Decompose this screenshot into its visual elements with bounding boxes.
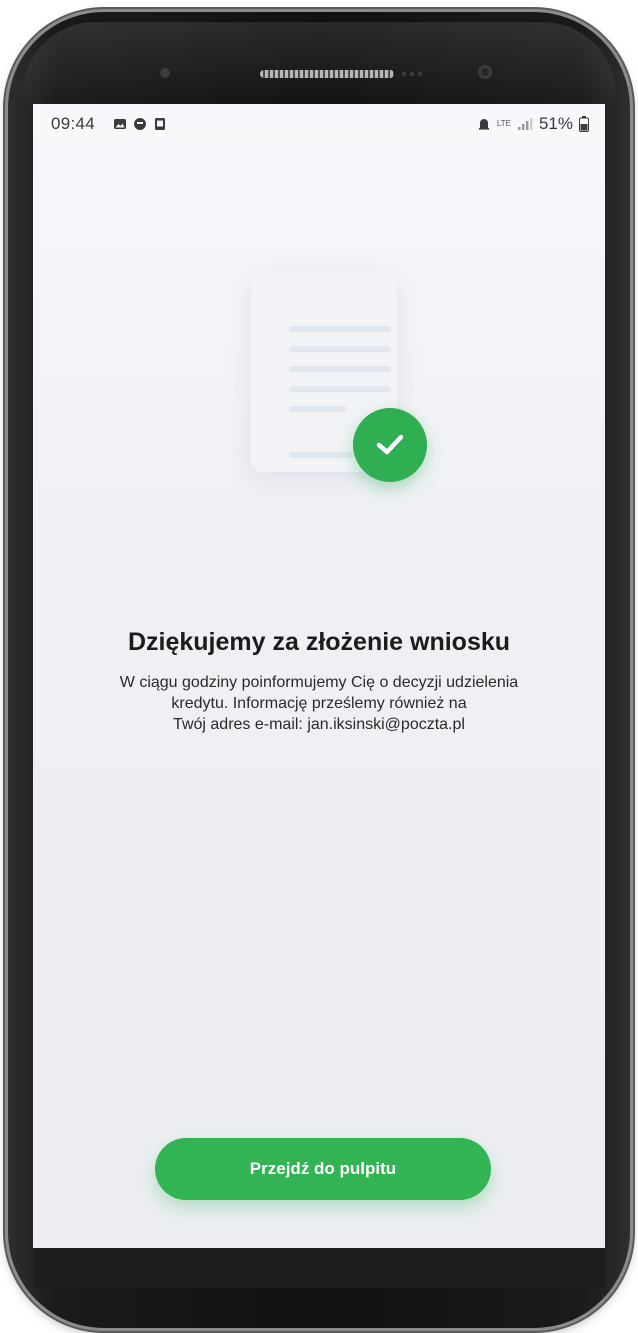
message-line: kredytu. Informację prześlemy również na: [171, 695, 467, 712]
battery-icon: [579, 116, 589, 132]
alarm-icon: [478, 119, 489, 130]
sensor-dots: [400, 71, 424, 77]
message-line: Twój adres e-mail: jan.iksinski@poczta.p…: [173, 716, 465, 733]
signal-icon: [517, 118, 533, 130]
confirmation-message: W ciągu godziny poinformujemy Cię o decy…: [53, 672, 585, 735]
phone-bottom-bezel: [33, 1248, 605, 1288]
go-to-dashboard-button[interactable]: Przejdź do pulpitu: [155, 1138, 491, 1200]
front-camera: [478, 65, 492, 79]
message-line: W ciągu godziny poinformujemy Cię o decy…: [119, 674, 519, 691]
phone-shine: [22, 22, 616, 112]
gallery-notification-icon: [114, 119, 126, 129]
notification-icons: [113, 117, 167, 131]
confirmation-title: Dziękujemy za złożenie wniosku: [127, 628, 511, 656]
document-check-illustration: [235, 272, 431, 512]
proximity-sensor: [160, 68, 170, 78]
status-time: 09:44: [51, 114, 96, 133]
checkmark-icon: [353, 408, 427, 482]
battery-percent: 51%: [538, 114, 573, 133]
app-screen: 09:44 LTE 51% Dziękujemy za złożenie wni…: [33, 104, 605, 1248]
app-notification-icon: [134, 118, 146, 130]
status-bar: 09:44 LTE 51%: [33, 104, 605, 148]
system-status: LTE 51%: [477, 114, 589, 134]
screenshot-notification-icon: [155, 118, 165, 130]
network-type: LTE: [496, 119, 511, 128]
earpiece-speaker: [260, 70, 394, 78]
